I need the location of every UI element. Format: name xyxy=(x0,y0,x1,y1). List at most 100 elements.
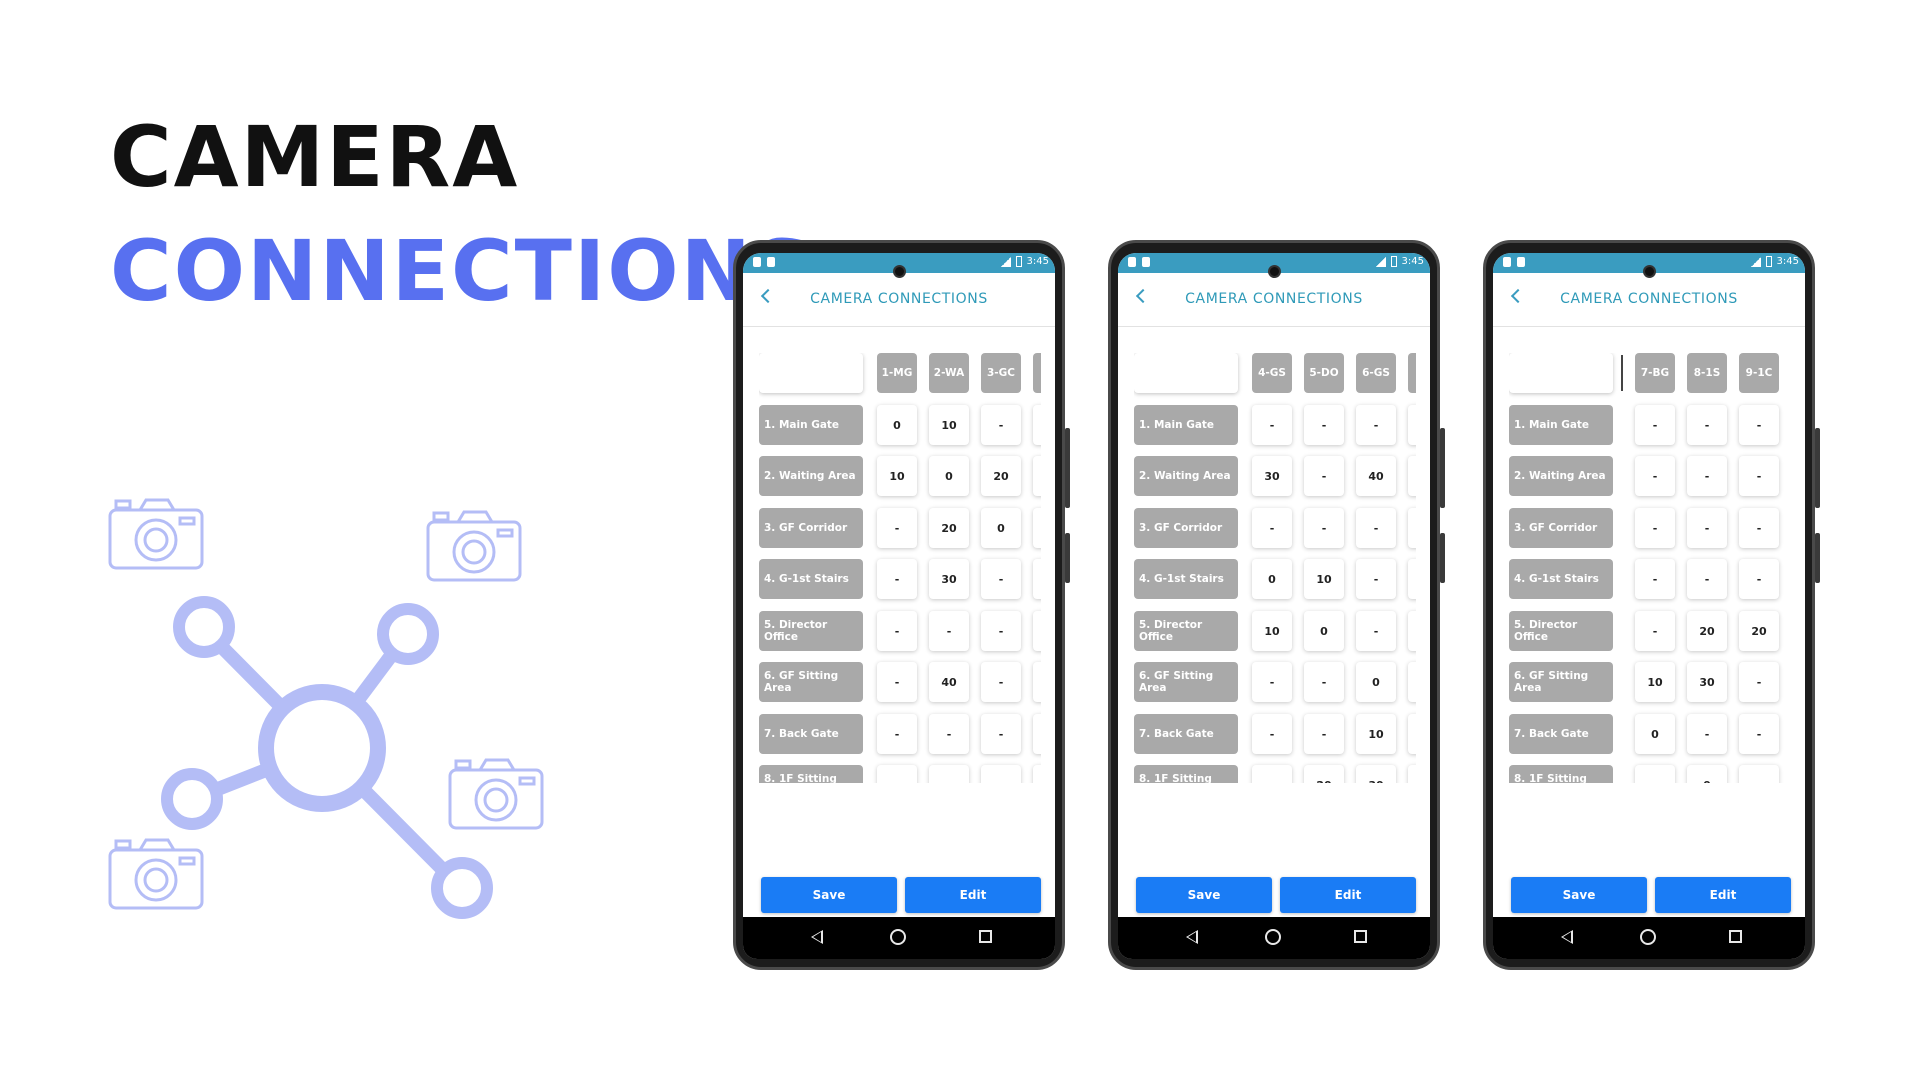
connection-value-cell[interactable]: - xyxy=(1304,662,1344,702)
connection-value-cell[interactable] xyxy=(1033,611,1041,651)
connection-value-cell[interactable]: - xyxy=(1304,456,1344,496)
connection-value-cell[interactable]: - xyxy=(981,405,1021,445)
nav-back-icon[interactable] xyxy=(1561,930,1573,944)
connection-value-cell[interactable]: - xyxy=(981,765,1021,783)
connection-value-cell[interactable]: - xyxy=(1687,559,1727,599)
connection-value-cell[interactable]: 10 xyxy=(877,456,917,496)
column-header[interactable]: 7-BG xyxy=(1635,353,1675,393)
connection-value-cell[interactable]: - xyxy=(877,508,917,548)
connection-value-cell[interactable]: 0 xyxy=(929,456,969,496)
nav-back-icon[interactable] xyxy=(811,930,823,944)
connection-value-cell[interactable]: - xyxy=(1739,456,1779,496)
nav-recents-icon[interactable] xyxy=(1729,930,1742,943)
connection-value-cell[interactable]: - xyxy=(981,714,1021,754)
connection-value-cell[interactable]: 0 xyxy=(1635,714,1675,754)
save-button[interactable]: Save xyxy=(761,877,897,913)
connection-value-cell[interactable]: - xyxy=(1687,405,1727,445)
connection-value-cell[interactable]: 0 xyxy=(877,405,917,445)
connection-value-cell[interactable]: 20 xyxy=(1687,611,1727,651)
connection-value-cell[interactable]: - xyxy=(877,559,917,599)
column-header[interactable]: 4 xyxy=(1033,353,1041,393)
connection-value-cell[interactable] xyxy=(1033,559,1041,599)
column-header[interactable]: 2-WA xyxy=(929,353,969,393)
connection-value-cell[interactable]: 30 xyxy=(1356,765,1396,783)
connection-value-cell[interactable]: 0 xyxy=(1687,765,1727,783)
nav-recents-icon[interactable] xyxy=(1354,930,1367,943)
connection-value-cell[interactable] xyxy=(1408,559,1416,599)
column-header[interactable]: 5-DO xyxy=(1304,353,1344,393)
connection-value-cell[interactable] xyxy=(1408,508,1416,548)
connection-value-cell[interactable]: - xyxy=(1356,405,1396,445)
connection-value-cell[interactable]: 0 xyxy=(1356,662,1396,702)
connection-value-cell[interactable]: - xyxy=(1635,611,1675,651)
connection-value-cell[interactable]: - xyxy=(1252,405,1292,445)
connection-value-cell[interactable] xyxy=(1033,508,1041,548)
connection-value-cell[interactable]: 40 xyxy=(929,662,969,702)
connection-value-cell[interactable]: - xyxy=(877,714,917,754)
nav-home-icon[interactable] xyxy=(1265,929,1281,945)
nav-home-icon[interactable] xyxy=(1640,929,1656,945)
connection-value-cell[interactable]: - xyxy=(929,714,969,754)
connection-value-cell[interactable]: - xyxy=(1635,765,1675,783)
connection-value-cell[interactable] xyxy=(1033,765,1041,783)
connection-value-cell[interactable] xyxy=(1033,405,1041,445)
connection-value-cell[interactable]: - xyxy=(877,662,917,702)
connection-value-cell[interactable]: - xyxy=(1739,765,1779,783)
connection-value-cell[interactable] xyxy=(1408,662,1416,702)
nav-home-icon[interactable] xyxy=(890,929,906,945)
connection-value-cell[interactable]: - xyxy=(877,611,917,651)
connection-value-cell[interactable]: - xyxy=(1635,456,1675,496)
connection-value-cell[interactable]: - xyxy=(1356,508,1396,548)
column-header[interactable]: 3-GC xyxy=(981,353,1021,393)
nav-recents-icon[interactable] xyxy=(979,930,992,943)
connection-value-cell[interactable]: - xyxy=(1304,508,1344,548)
connection-value-cell[interactable]: - xyxy=(929,611,969,651)
connection-value-cell[interactable]: - xyxy=(981,611,1021,651)
connection-value-cell[interactable]: 30 xyxy=(1687,662,1727,702)
connection-value-cell[interactable]: 20 xyxy=(929,508,969,548)
connection-value-cell[interactable]: - xyxy=(1739,714,1779,754)
connection-value-cell[interactable]: - xyxy=(877,765,917,783)
connection-value-cell[interactable]: 20 xyxy=(1304,765,1344,783)
edit-button[interactable]: Edit xyxy=(1280,877,1416,913)
connection-value-cell[interactable] xyxy=(1408,714,1416,754)
save-button[interactable]: Save xyxy=(1136,877,1272,913)
connection-value-cell[interactable]: - xyxy=(1356,559,1396,599)
connection-value-cell[interactable]: - xyxy=(1356,611,1396,651)
connection-value-cell[interactable]: 10 xyxy=(929,405,969,445)
connection-value-cell[interactable] xyxy=(1033,662,1041,702)
connection-value-cell[interactable]: 0 xyxy=(981,508,1021,548)
connection-matrix[interactable]: 4-GS5-DO6-GS71. Main Gate---2. Waiting A… xyxy=(1134,353,1416,783)
connection-value-cell[interactable]: - xyxy=(1739,662,1779,702)
connection-value-cell[interactable]: 30 xyxy=(1252,456,1292,496)
connection-value-cell[interactable]: - xyxy=(1687,508,1727,548)
connection-value-cell[interactable]: 10 xyxy=(1635,662,1675,702)
connection-value-cell[interactable]: 0 xyxy=(1304,611,1344,651)
column-header[interactable]: 4-GS xyxy=(1252,353,1292,393)
connection-value-cell[interactable]: 10 xyxy=(1304,559,1344,599)
connection-value-cell[interactable]: 30 xyxy=(929,559,969,599)
connection-value-cell[interactable] xyxy=(1408,765,1416,783)
column-header[interactable]: 9-1C xyxy=(1739,353,1779,393)
column-header[interactable]: 6-GS xyxy=(1356,353,1396,393)
connection-value-cell[interactable]: - xyxy=(1304,714,1344,754)
connection-value-cell[interactable]: 40 xyxy=(1356,456,1396,496)
column-header[interactable]: 8-1S xyxy=(1687,353,1727,393)
connection-value-cell[interactable]: 20 xyxy=(981,456,1021,496)
connection-value-cell[interactable]: - xyxy=(1635,508,1675,548)
connection-value-cell[interactable]: 20 xyxy=(1739,611,1779,651)
connection-value-cell[interactable]: 10 xyxy=(1356,714,1396,754)
edit-button[interactable]: Edit xyxy=(905,877,1041,913)
connection-value-cell[interactable]: - xyxy=(981,662,1021,702)
connection-value-cell[interactable]: - xyxy=(981,559,1021,599)
connection-value-cell[interactable] xyxy=(1033,456,1041,496)
connection-value-cell[interactable] xyxy=(1033,714,1041,754)
connection-value-cell[interactable] xyxy=(1408,405,1416,445)
connection-value-cell[interactable]: - xyxy=(1687,714,1727,754)
connection-value-cell[interactable]: - xyxy=(1252,508,1292,548)
connection-value-cell[interactable]: - xyxy=(1635,405,1675,445)
connection-value-cell[interactable]: - xyxy=(1252,714,1292,754)
connection-value-cell[interactable]: - xyxy=(1304,405,1344,445)
save-button[interactable]: Save xyxy=(1511,877,1647,913)
connection-value-cell[interactable] xyxy=(1408,456,1416,496)
